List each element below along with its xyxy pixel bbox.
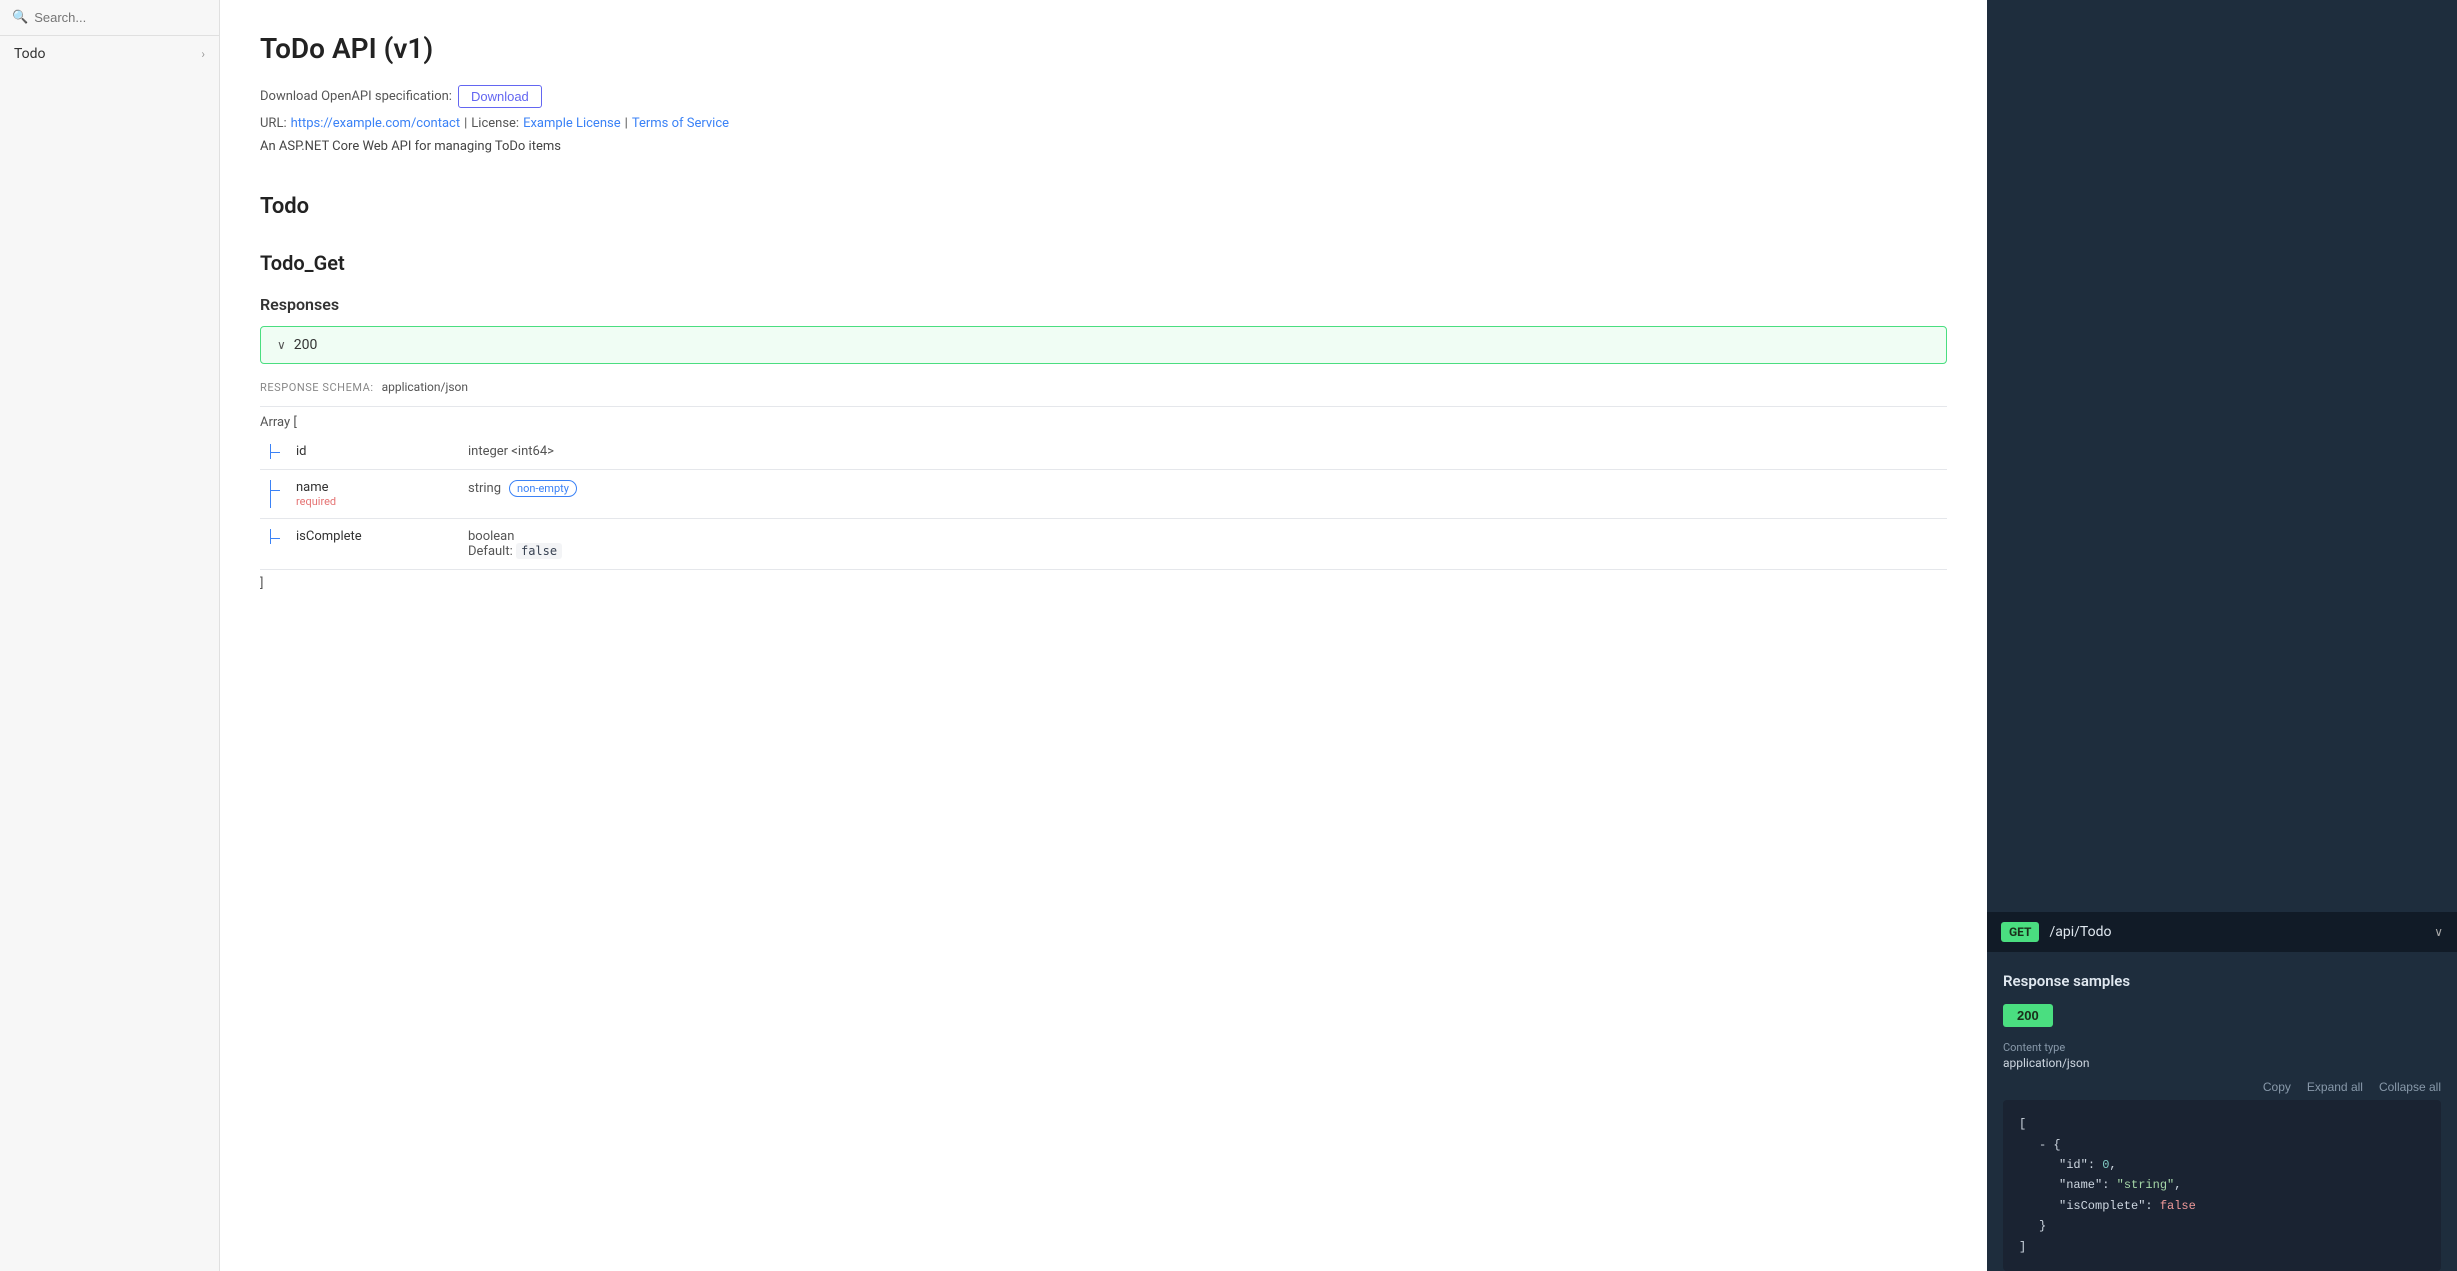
array-close: ] <box>260 570 1947 597</box>
code-line-6: } <box>2019 1216 2425 1236</box>
search-icon: 🔍 <box>12 10 28 25</box>
sidebar-item-todo[interactable]: Todo › <box>0 36 219 72</box>
non-empty-badge: non-empty <box>509 480 577 497</box>
sidebar: 🔍 Todo › <box>0 0 220 1271</box>
url-label: URL: <box>260 116 287 131</box>
code-line-1: [ <box>2019 1114 2425 1134</box>
sidebar-item-label: Todo <box>14 46 46 62</box>
divider-2: | <box>625 116 628 131</box>
copy-button[interactable]: Copy <box>2263 1080 2291 1094</box>
code-block: [ - { "id": 0, "name": "string", "isComp… <box>2003 1100 2441 1271</box>
schema-header: RESPONSE SCHEMA: application/json <box>260 380 1947 394</box>
api-links: URL: https://example.com/contact | Licen… <box>260 116 1947 131</box>
divider-1: | <box>464 116 467 131</box>
endpoint-path: /api/Todo <box>2049 924 2424 940</box>
field-type-iscomplete: boolean Default: false <box>468 529 562 559</box>
required-label: required <box>296 495 456 508</box>
schema-table: Array [ id integer <int64> name required… <box>260 406 1947 597</box>
status-tabs: 200 <box>2003 1004 2441 1027</box>
right-panel: GET /api/Todo ∨ Response samples 200 Con… <box>1987 0 2457 1271</box>
code-line-2: - { <box>2019 1135 2425 1155</box>
endpoint-chevron-icon: ∨ <box>2434 925 2443 939</box>
code-line-7: ] <box>2019 1237 2425 1257</box>
response-samples-panel: Response samples 200 Content type applic… <box>1987 952 2457 1271</box>
code-line-3: "id": 0, <box>2019 1155 2425 1175</box>
terms-link[interactable]: Terms of Service <box>632 116 729 131</box>
array-open: Array [ <box>260 407 1947 434</box>
schema-type: application/json <box>382 380 468 394</box>
field-name-name: name required <box>296 480 456 508</box>
download-button[interactable]: Download <box>458 85 542 108</box>
main-content: ToDo API (v1) Download OpenAPI specifica… <box>220 0 1987 1271</box>
code-actions: Copy Expand all Collapse all <box>2003 1080 2441 1094</box>
get-badge: GET <box>2001 922 2039 942</box>
code-line-4: "name": "string", <box>2019 1175 2425 1195</box>
section-title: Todo <box>260 194 1947 219</box>
schema-row-id: id integer <int64> <box>260 434 1947 470</box>
response-200-row[interactable]: ∨ 200 <box>260 326 1947 364</box>
field-default: Default: false <box>468 544 562 559</box>
endpoint-bar[interactable]: GET /api/Todo ∨ <box>1987 912 2457 952</box>
search-bar[interactable]: 🔍 <box>0 0 219 36</box>
field-type-string: string <box>468 481 501 496</box>
field-name-id: id <box>296 444 456 459</box>
endpoint-title: Todo_Get <box>260 251 1947 275</box>
api-description: An ASP.NET Core Web API for managing ToD… <box>260 139 1947 154</box>
field-type-boolean: boolean <box>468 529 514 544</box>
search-input[interactable] <box>34 10 207 25</box>
response-code: 200 <box>294 337 318 353</box>
url-link[interactable]: https://example.com/contact <box>291 116 461 131</box>
schema-label: RESPONSE SCHEMA: <box>260 381 374 394</box>
content-type-value: application/json <box>2003 1056 2441 1070</box>
field-type-id: integer <int64> <box>468 444 554 459</box>
response-samples-title: Response samples <box>2003 972 2441 990</box>
api-meta: Download OpenAPI specification: Download <box>260 85 1947 108</box>
schema-row-iscomplete: isComplete boolean Default: false <box>260 519 1947 570</box>
content-type-section: Content type application/json <box>2003 1041 2441 1070</box>
field-type-name: string non-empty <box>468 480 577 497</box>
license-link[interactable]: Example License <box>523 116 621 131</box>
response-chevron-icon: ∨ <box>277 338 286 352</box>
field-name-iscomplete: isComplete <box>296 529 456 544</box>
chevron-right-icon: › <box>201 47 205 61</box>
license-label: License: <box>471 116 519 131</box>
collapse-all-button[interactable]: Collapse all <box>2379 1080 2441 1094</box>
expand-all-button[interactable]: Expand all <box>2307 1080 2363 1094</box>
code-line-5: "isComplete": false <box>2019 1196 2425 1216</box>
responses-title: Responses <box>260 295 1947 314</box>
download-spec-label: Download OpenAPI specification: <box>260 89 452 104</box>
status-tab-200[interactable]: 200 <box>2003 1004 2053 1027</box>
content-type-label: Content type <box>2003 1041 2441 1054</box>
schema-row-name: name required string non-empty <box>260 470 1947 519</box>
page-title: ToDo API (v1) <box>260 32 1947 65</box>
